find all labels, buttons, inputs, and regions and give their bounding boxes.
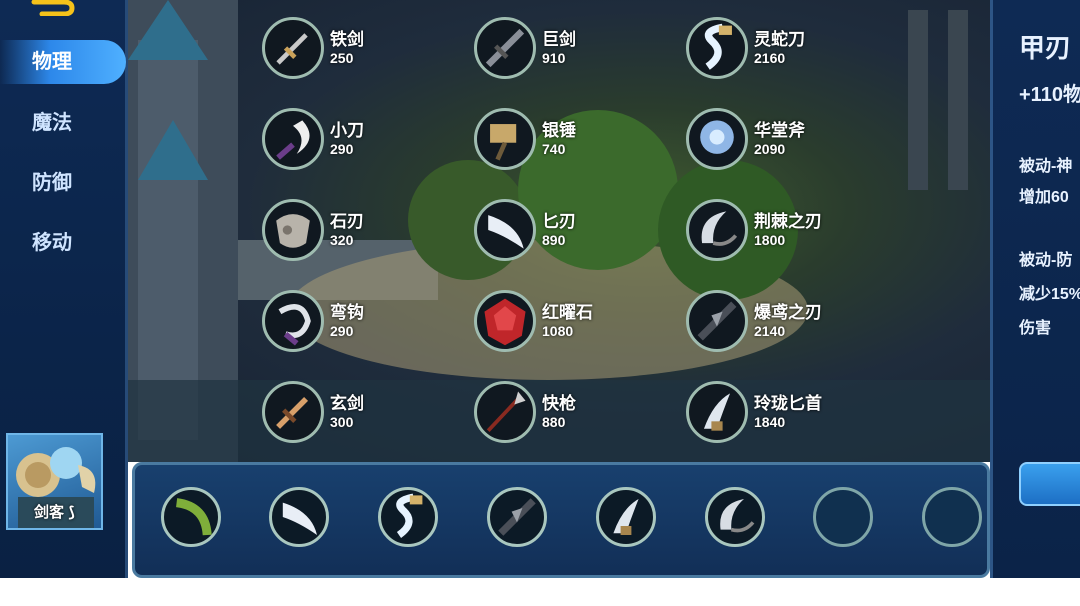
fine-dagger-icon	[613, 499, 639, 535]
detail-passive2-title: 被动-防	[1019, 252, 1073, 269]
serpent-blade-icon	[686, 17, 748, 79]
item-price: 2160	[754, 50, 786, 66]
thorn-blade-icon	[720, 499, 755, 533]
item-name: 石刃	[330, 212, 364, 231]
empty-inventory-slot[interactable]	[922, 487, 982, 547]
ornate-axe-icon	[686, 108, 748, 170]
inventory-slot[interactable]	[378, 487, 438, 547]
dagger-blade-icon	[474, 199, 536, 261]
inventory-slot[interactable]	[269, 487, 329, 547]
item-name: 爆鸢之刃	[754, 303, 822, 322]
inventory-slot[interactable]	[596, 487, 656, 547]
category-magic-tab[interactable]: 魔法	[0, 101, 126, 145]
item-name: 玲珑匕首	[754, 394, 822, 413]
item-price: 300	[330, 414, 354, 430]
buy-button[interactable]	[1019, 462, 1080, 506]
shop-item[interactable]: 红曜石 1080	[474, 290, 674, 360]
item-price: 2090	[754, 141, 786, 157]
shop-item[interactable]: 铁剑 250	[262, 17, 462, 87]
item-name: 红曜石	[542, 303, 593, 322]
inventory-bar	[132, 462, 990, 578]
category-sidebar: 物理 魔法 防御 移动 剑客 ⟆	[0, 0, 128, 578]
shop-item-grid: 铁剑 250 巨剑 910 灵蛇刀 2160 小刀 290 银锤 740 华堂斧 2090 石刃 320 匕…	[128, 0, 990, 462]
shop-item[interactable]: 玲珑匕首 1840	[686, 381, 886, 451]
inventory-slot[interactable]	[161, 487, 221, 547]
dagger-blade-icon	[282, 502, 317, 535]
item-price: 290	[330, 323, 354, 339]
hero-portrait-card[interactable]: 剑客 ⟆	[6, 433, 103, 530]
item-price: 1800	[754, 232, 786, 248]
category-movement-tab[interactable]: 移动	[0, 221, 126, 265]
item-name: 铁剑	[330, 30, 364, 49]
item-price: 1080	[542, 323, 574, 339]
shop-item[interactable]: 弯钩 290	[262, 290, 462, 360]
shop-item[interactable]: 快枪 880	[474, 381, 674, 451]
item-price: 1840	[754, 414, 786, 430]
item-detail-panel: 甲刃 +110物 被动-神 增加60 被动-防 减少15% 伤害	[990, 0, 1080, 578]
inventory-slot[interactable]	[487, 487, 547, 547]
thorn-blade-icon	[686, 199, 748, 261]
silver-hammer-icon	[474, 108, 536, 170]
shop-item[interactable]: 石刃 320	[262, 199, 462, 269]
item-price: 880	[542, 414, 566, 430]
item-price: 890	[542, 232, 566, 248]
item-name: 小刀	[330, 121, 364, 140]
item-name: 灵蛇刀	[754, 30, 805, 49]
item-name: 玄剑	[330, 394, 364, 413]
great-sword-icon	[474, 17, 536, 79]
item-name: 荆棘之刃	[754, 212, 822, 231]
red-gem-icon	[474, 290, 536, 352]
detail-item-title: 甲刃	[1019, 33, 1072, 63]
small-knife-icon	[262, 108, 324, 170]
item-name: 弯钩	[330, 303, 364, 322]
dark-sword-icon	[262, 381, 324, 443]
category-defense-tab[interactable]: 防御	[0, 161, 126, 205]
item-price: 320	[330, 232, 354, 248]
iron-sword-icon	[262, 17, 324, 79]
back-arrow-icon[interactable]	[30, 0, 76, 16]
detail-item-stat: +110物	[1019, 84, 1080, 106]
shop-item[interactable]: 玄剑 300	[262, 381, 462, 451]
shop-item[interactable]: 银锤 740	[474, 108, 674, 178]
burst-kite-blade-icon	[686, 290, 748, 352]
item-name: 匕刃	[542, 212, 576, 231]
detail-passive1-title: 被动-神	[1019, 158, 1073, 175]
category-physical-tab[interactable]: 物理	[0, 40, 126, 84]
item-price: 910	[542, 50, 566, 66]
burst-kite-blade-icon	[498, 498, 536, 536]
stone-blade-icon	[262, 199, 324, 261]
item-name: 银锤	[542, 121, 576, 140]
quick-spear-icon	[474, 381, 536, 443]
item-name: 华堂斧	[754, 121, 805, 140]
item-name: 巨剑	[542, 30, 576, 49]
item-price: 290	[330, 141, 354, 157]
game-scene: 物理 魔法 防御 移动 剑客 ⟆ 铁剑 250 巨剑 910 灵蛇刀 2160 …	[0, 0, 1080, 578]
inventory-slot[interactable]	[705, 487, 765, 547]
shop-item[interactable]: 小刀 290	[262, 108, 462, 178]
item-name: 快枪	[542, 394, 576, 413]
empty-inventory-slot[interactable]	[813, 487, 873, 547]
detail-passive2-text2: 伤害	[1019, 320, 1052, 337]
shop-item[interactable]: 灵蛇刀 2160	[686, 17, 886, 87]
shop-item[interactable]: 巨剑 910	[474, 17, 674, 87]
shop-item[interactable]: 匕刃 890	[474, 199, 674, 269]
curved-hook-icon	[262, 290, 324, 352]
item-price: 2140	[754, 323, 786, 339]
shop-item[interactable]: 荆棘之刃 1800	[686, 199, 886, 269]
detail-passive1-text: 增加60	[1019, 189, 1069, 206]
detail-passive2-text: 减少15%	[1019, 286, 1080, 303]
green-hook-icon	[175, 498, 212, 536]
shop-item[interactable]: 爆鸢之刃 2140	[686, 290, 886, 360]
hero-name: 剑客 ⟆	[33, 504, 76, 521]
serpent-blade-icon	[396, 493, 423, 538]
item-price: 250	[330, 50, 354, 66]
shop-item[interactable]: 华堂斧 2090	[686, 108, 886, 178]
fine-dagger-icon	[686, 381, 748, 443]
item-price: 740	[542, 141, 566, 157]
